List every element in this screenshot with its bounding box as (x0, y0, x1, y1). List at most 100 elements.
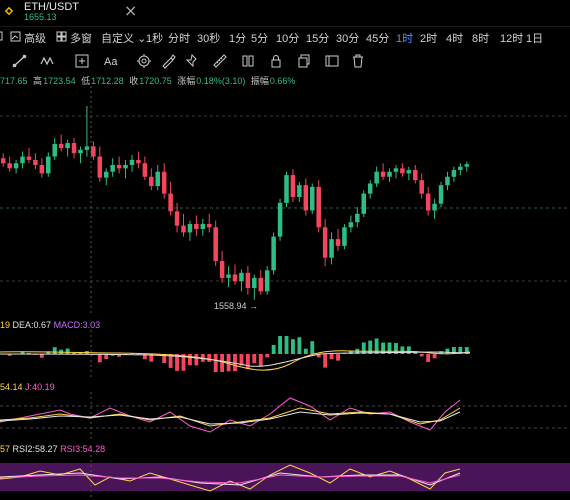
chevron-down-icon: ⌄ (137, 33, 147, 45)
interval-11[interactable]: 4时 (446, 30, 463, 46)
candle-body (0, 158, 6, 164)
lock-icon[interactable] (268, 53, 284, 69)
trend-line-icon[interactable] (12, 53, 28, 69)
interval-3[interactable]: 1分 (229, 30, 246, 46)
candle-body (245, 272, 251, 288)
candles-icon[interactable] (0, 30, 8, 45)
macd-histogram-bar (207, 354, 212, 362)
interval-12[interactable]: 8时 (472, 30, 489, 46)
candle-body (406, 170, 412, 174)
macd-histogram-bar (432, 354, 437, 359)
candle-body (161, 171, 167, 194)
candle-body (136, 159, 141, 164)
kdj-legend: 54.14 J:40.19 (0, 382, 55, 392)
interval-5[interactable]: 10分 (276, 30, 299, 46)
brush-icon[interactable] (160, 53, 176, 69)
macd-histogram-bar (445, 348, 450, 354)
macd-histogram-bar (245, 354, 250, 370)
macd-histogram-bar (52, 347, 57, 354)
candle-body (226, 274, 231, 278)
macd-histogram-bar (303, 348, 308, 354)
candlestick-chart[interactable]: 1558.94 → (0, 86, 570, 316)
interval-9[interactable]: 1时 (396, 30, 413, 46)
close-label: 收 (129, 76, 139, 86)
candle-body (322, 227, 328, 258)
candle-body (7, 163, 12, 169)
interval-1[interactable]: 分时 (168, 30, 190, 46)
pattern-icon[interactable] (40, 53, 56, 69)
candle-body (39, 164, 45, 174)
candle-body (400, 168, 405, 174)
multi-window-button[interactable]: 多窗 (56, 30, 92, 46)
macd-chart[interactable] (0, 330, 570, 380)
interval-8[interactable]: 45分 (366, 30, 389, 46)
interval-10[interactable]: 2时 (420, 30, 437, 46)
interval-14[interactable]: 1日 (526, 30, 543, 46)
advanced-icon (10, 31, 21, 42)
kdj-chart[interactable] (0, 392, 570, 442)
candle-body (374, 171, 379, 184)
macd-dea-value: 0.67 (33, 320, 52, 330)
magnet-icon[interactable] (240, 53, 256, 69)
interval-0[interactable]: 1秒 (146, 30, 163, 46)
hide-icon[interactable] (324, 53, 340, 69)
candle-body (142, 163, 148, 177)
pin-icon[interactable] (184, 53, 200, 69)
candle-body (116, 164, 122, 169)
rsi3-label: RSI3: (60, 444, 83, 454)
measure-icon[interactable] (212, 53, 228, 69)
candle-body (252, 277, 257, 288)
close-value: 1720.75 (139, 76, 172, 86)
kdj-d-value: 54.14 (0, 382, 23, 392)
candle-body (174, 211, 180, 226)
interval-4[interactable]: 5分 (251, 30, 268, 46)
macd-histogram-bar (265, 354, 270, 358)
candle-body (329, 239, 334, 258)
interval-6[interactable]: 15分 (306, 30, 329, 46)
advanced-chart-button[interactable]: 高级 (10, 30, 46, 46)
custom-interval-dropdown[interactable]: 自定义 ⌄ (101, 30, 146, 46)
candle-body (264, 270, 270, 292)
candle-body (380, 171, 386, 177)
candle-body (52, 143, 57, 157)
candle-body (97, 156, 103, 178)
candle-body (123, 164, 128, 169)
candle-body (232, 274, 238, 282)
candle-body (348, 222, 354, 228)
rsi3-value: 54.28 (82, 444, 106, 454)
kdj-j-value: 40.19 (32, 382, 55, 392)
macd-histogram-bar (426, 354, 431, 362)
high-value: 1723.54 (43, 76, 76, 86)
interval-13[interactable]: 12时 (500, 30, 523, 46)
candle-body (297, 185, 302, 197)
settings-icon[interactable] (136, 53, 152, 69)
candle-body (149, 176, 154, 187)
interval-2[interactable]: 30秒 (197, 30, 220, 46)
candle-body (129, 159, 135, 165)
rsi-chart[interactable] (0, 455, 570, 500)
tab-close-icon[interactable]: × (124, 2, 137, 20)
candle-body (84, 146, 90, 150)
low-value: 1712.28 (91, 76, 124, 86)
candle-body (200, 223, 206, 230)
candle-body (451, 170, 457, 177)
candle-body (290, 175, 296, 197)
macd-histogram-bar (213, 354, 218, 372)
candle-body (78, 149, 83, 154)
candle-body (310, 186, 315, 211)
macd-histogram-bar (97, 354, 102, 363)
macd-histogram-bar (310, 341, 315, 354)
delete-icon[interactable] (350, 53, 366, 69)
advanced-label: 高级 (24, 33, 47, 45)
copy-icon[interactable] (296, 53, 312, 69)
text-icon[interactable]: Aa (104, 53, 120, 69)
candle-body (13, 163, 19, 169)
interval-7[interactable]: 30分 (336, 30, 359, 46)
candle-body (219, 261, 225, 278)
custom-label: 自定义 (101, 33, 134, 45)
candle-body (103, 171, 109, 178)
macd-histogram-bar (323, 354, 328, 368)
candle-body (71, 143, 77, 154)
macd-histogram-bar (297, 337, 302, 354)
add-indicator-icon[interactable] (74, 53, 90, 69)
